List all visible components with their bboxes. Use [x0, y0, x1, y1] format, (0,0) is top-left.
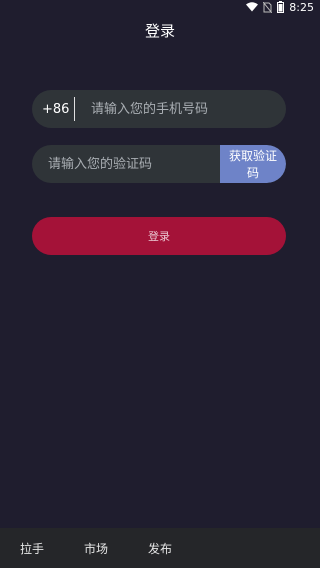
- nav-item-market[interactable]: 市场: [64, 540, 128, 557]
- phone-field-container: +86: [32, 90, 286, 128]
- no-sim-icon: [263, 1, 273, 13]
- phone-input[interactable]: [75, 90, 286, 128]
- battery-icon: [277, 1, 285, 13]
- status-time: 8:25: [289, 0, 314, 14]
- verification-code-input[interactable]: [32, 145, 220, 183]
- country-code-prefix: +86: [42, 101, 70, 117]
- status-bar: 8:25: [0, 0, 320, 14]
- page-title: 登录: [144, 22, 175, 40]
- code-field-container: 获取验证码: [32, 145, 286, 183]
- prefix-divider: [74, 97, 75, 121]
- login-button[interactable]: 登录: [32, 217, 286, 255]
- nav-item-lashou[interactable]: 拉手: [0, 540, 64, 557]
- wifi-icon: [246, 2, 259, 12]
- bottom-nav: 拉手 市场 发布: [0, 528, 320, 568]
- get-code-button[interactable]: 获取验证码: [220, 145, 286, 183]
- nav-item-publish[interactable]: 发布: [128, 540, 192, 557]
